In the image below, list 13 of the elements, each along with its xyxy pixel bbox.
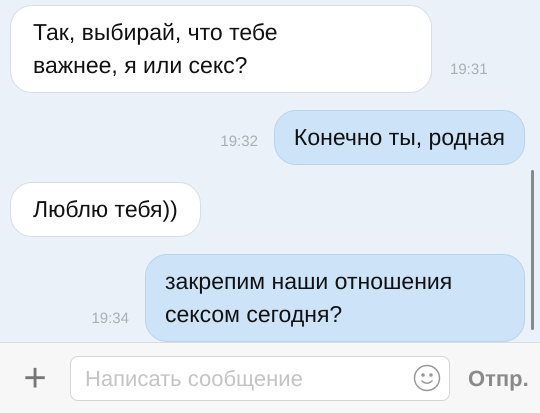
message-text: закрепим наши отношения сексом сегодня? (165, 267, 454, 329)
message-text: Конечно ты, родная (294, 123, 505, 152)
message-text: Так, выбирай, что тебе важнее, я или секс? (33, 18, 279, 80)
message-input[interactable]: Написать сообщение (85, 362, 413, 394)
message-time: 19:31 (450, 60, 488, 80)
message-field[interactable]: Написать сообщение (70, 356, 450, 400)
send-button[interactable]: Отпр. (468, 362, 529, 394)
scrollbar[interactable] (531, 170, 534, 330)
smiley-icon[interactable] (413, 364, 441, 392)
message-time: 19:32 (220, 132, 258, 152)
add-button[interactable]: + (18, 358, 52, 398)
message-time: 19:34 (91, 308, 129, 328)
message-text: Люблю тебя)) (33, 195, 178, 224)
